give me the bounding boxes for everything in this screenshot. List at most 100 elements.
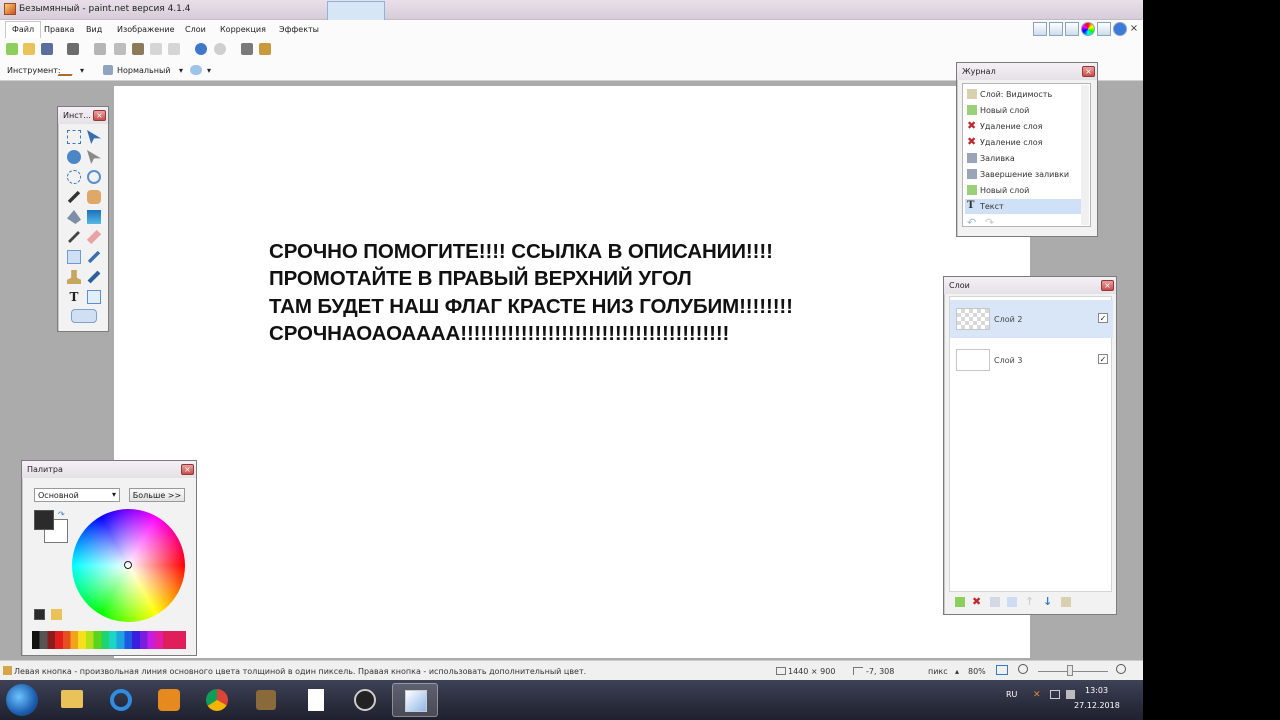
layer-row[interactable]: Слой 3 ✓: [950, 341, 1113, 379]
move-layer-up-icon[interactable]: ↑: [1025, 595, 1034, 608]
history-item[interactable]: Заливка: [965, 151, 1082, 166]
more-button[interactable]: Больше >>: [129, 488, 185, 502]
clock-date[interactable]: 27.12.2018: [1074, 701, 1120, 710]
pan-icon[interactable]: [87, 190, 101, 204]
menu-file[interactable]: Файл: [5, 21, 42, 38]
ellipse-select-icon[interactable]: [67, 170, 81, 184]
blend-mode-dropdown[interactable]: Нормальный: [117, 66, 171, 75]
settings-icon[interactable]: [1097, 22, 1111, 36]
move-layer-down-icon[interactable]: ↓: [1043, 595, 1052, 608]
tools-toggle-icon[interactable]: [1033, 22, 1047, 36]
menu-view[interactable]: Вид: [86, 25, 102, 34]
taskbar-media-player[interactable]: [149, 683, 189, 717]
crop-icon[interactable]: [150, 43, 162, 55]
paste-icon[interactable]: [132, 43, 144, 55]
zoom-to-window-icon[interactable]: [996, 665, 1008, 675]
grid-icon[interactable]: [241, 43, 253, 55]
history-item[interactable]: ✖ Удаление слоя: [965, 135, 1082, 150]
reset-colors-icon[interactable]: [34, 609, 45, 620]
deselect-icon[interactable]: [168, 43, 180, 55]
redo-icon[interactable]: ↷: [985, 217, 997, 228]
zoom-in-icon[interactable]: [1116, 664, 1126, 674]
swap-colors-icon[interactable]: ↷: [58, 510, 65, 519]
primary-color-swatch[interactable]: [34, 510, 54, 530]
start-button[interactable]: [6, 684, 38, 716]
layer-visibility-checkbox[interactable]: ✓: [1098, 313, 1108, 323]
zoom-slider-thumb[interactable]: [1067, 665, 1073, 676]
move-selection-icon[interactable]: [87, 130, 101, 144]
print-icon[interactable]: [67, 43, 79, 55]
ruler-icon[interactable]: [259, 43, 271, 55]
shapes-icon[interactable]: [71, 309, 97, 323]
taskbar-ie[interactable]: [101, 683, 141, 717]
close-icon[interactable]: ×: [181, 464, 194, 475]
taskbar-paintnet[interactable]: [392, 683, 438, 717]
close-image-icon[interactable]: ×: [1128, 23, 1140, 35]
menu-edit[interactable]: Правка: [44, 25, 74, 34]
history-item[interactable]: Новый слой: [965, 183, 1082, 198]
history-toggle-icon[interactable]: [1049, 22, 1063, 36]
eraser-icon[interactable]: [86, 229, 102, 245]
palette-mode-dropdown[interactable]: Основной ▾: [34, 488, 120, 502]
close-icon[interactable]: ×: [93, 110, 106, 121]
taskbar-app[interactable]: [246, 683, 286, 717]
recolor-icon[interactable]: [87, 270, 101, 284]
save-icon[interactable]: [41, 43, 53, 55]
delete-layer-icon[interactable]: ✖: [972, 595, 981, 608]
lasso-icon[interactable]: [67, 150, 81, 164]
color-picker-icon[interactable]: [87, 250, 101, 264]
pencil-tool-icon[interactable]: [67, 250, 81, 264]
canvas[interactable]: СРОЧНО ПОМОГИТЕ!!!! ССЫЛКА В ОПИСАНИИ!!!…: [114, 86, 1030, 658]
clock-time[interactable]: 13:03: [1085, 686, 1108, 695]
merge-layer-icon[interactable]: [1007, 597, 1017, 607]
units-selector[interactable]: пикс: [928, 667, 948, 676]
duplicate-layer-icon[interactable]: [990, 597, 1000, 607]
history-item[interactable]: Новый слой: [965, 103, 1082, 118]
text-tool-icon[interactable]: T: [67, 290, 81, 304]
network-icon[interactable]: [1050, 690, 1060, 699]
menu-image[interactable]: Изображение: [117, 25, 175, 34]
layer-properties-icon[interactable]: [1061, 597, 1071, 607]
menu-effects[interactable]: Эффекты: [279, 25, 319, 34]
taskbar-notepad[interactable]: [296, 683, 336, 717]
undo-icon[interactable]: [195, 43, 207, 55]
taskbar-chrome[interactable]: [197, 683, 237, 717]
layer-row[interactable]: Слой 2 ✓: [950, 300, 1113, 338]
magic-wand-icon[interactable]: [67, 190, 81, 204]
history-scrollbar[interactable]: [1081, 85, 1089, 225]
color-wheel-cursor[interactable]: [124, 561, 132, 569]
menu-layers[interactable]: Слои: [185, 25, 206, 34]
line-curve-icon[interactable]: [87, 290, 101, 304]
copy-icon[interactable]: [114, 43, 126, 55]
rectangle-select-icon[interactable]: [67, 130, 81, 144]
gradient-icon[interactable]: [87, 210, 101, 224]
zoom-slider[interactable]: [1038, 671, 1108, 672]
antialias-icon[interactable]: [190, 65, 202, 75]
history-item-selected[interactable]: T Текст: [965, 199, 1082, 214]
pencil-icon[interactable]: [57, 64, 79, 76]
history-item[interactable]: Слой: Видимость: [965, 87, 1082, 102]
help-icon[interactable]: [1113, 22, 1127, 36]
menu-adjustments[interactable]: Коррекция: [220, 25, 266, 34]
history-item[interactable]: Завершение заливки: [965, 167, 1082, 182]
add-layer-icon[interactable]: [955, 597, 965, 607]
volume-icon[interactable]: [1066, 690, 1075, 699]
clone-stamp-icon[interactable]: [67, 270, 81, 284]
zoom-icon[interactable]: [87, 170, 101, 184]
move-selected-icon[interactable]: [87, 150, 101, 164]
redo-icon[interactable]: [214, 43, 226, 55]
history-item[interactable]: ✖ Удаление слоя: [965, 119, 1082, 134]
undo-icon[interactable]: ↶: [967, 217, 979, 228]
taskbar-obs[interactable]: [345, 683, 385, 717]
palette-menu-icon[interactable]: [51, 609, 62, 620]
palette-swatches[interactable]: [32, 631, 186, 649]
open-icon[interactable]: [23, 43, 35, 55]
zoom-out-icon[interactable]: [1018, 664, 1028, 674]
layer-visibility-checkbox[interactable]: ✓: [1098, 354, 1108, 364]
cut-icon[interactable]: [94, 43, 106, 55]
paintbrush-icon[interactable]: [68, 231, 80, 243]
close-icon[interactable]: ×: [1082, 66, 1095, 77]
zoom-level[interactable]: 80%: [968, 667, 986, 676]
taskbar-explorer[interactable]: [52, 683, 92, 717]
layers-toggle-icon[interactable]: [1065, 22, 1079, 36]
